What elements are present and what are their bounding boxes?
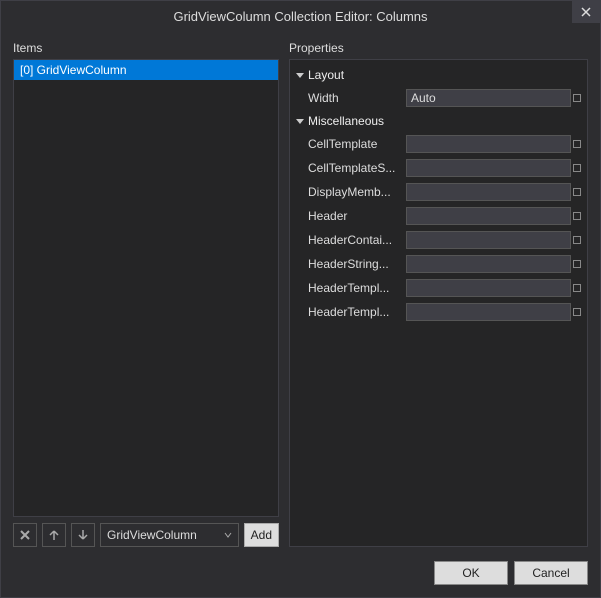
property-input-wrap (406, 183, 581, 201)
ok-button[interactable]: OK (434, 561, 508, 585)
items-label: Items (13, 41, 279, 55)
property-input-wrap (406, 231, 581, 249)
property-input[interactable] (406, 89, 571, 107)
property-label: Header (308, 209, 404, 223)
property-marker[interactable] (573, 284, 581, 292)
delete-item-button[interactable] (13, 523, 37, 547)
property-marker[interactable] (573, 164, 581, 172)
property-row: CellTemplate (296, 132, 581, 156)
property-marker[interactable] (573, 308, 581, 316)
property-label: HeaderTempl... (308, 281, 404, 295)
property-marker[interactable] (573, 94, 581, 102)
move-down-button[interactable] (71, 523, 95, 547)
properties-panel: Properties Layout Width Miscellaneous CellT… (289, 41, 588, 547)
move-up-button[interactable] (42, 523, 66, 547)
property-input[interactable] (406, 303, 571, 321)
property-input-wrap (406, 303, 581, 321)
property-marker[interactable] (573, 188, 581, 196)
dialog-title: GridViewColumn Collection Editor: Column… (173, 9, 427, 24)
property-row: Width (296, 86, 581, 110)
property-label: HeaderString... (308, 257, 404, 271)
category-header[interactable]: Layout (296, 64, 581, 86)
items-panel: Items [0] GridViewColumn GridViewColumn (13, 41, 279, 547)
arrow-up-icon (48, 529, 60, 541)
list-item[interactable]: [0] GridViewColumn (14, 60, 278, 80)
property-label: HeaderContai... (308, 233, 404, 247)
property-input[interactable] (406, 255, 571, 273)
items-listbox[interactable]: [0] GridViewColumn (13, 59, 279, 517)
items-toolbar: GridViewColumn Add (13, 523, 279, 547)
add-button-label: Add (251, 528, 272, 542)
property-input[interactable] (406, 159, 571, 177)
property-input[interactable] (406, 183, 571, 201)
main-area: Items [0] GridViewColumn GridViewColumn (13, 41, 588, 547)
properties-grid[interactable]: Layout Width Miscellaneous CellTemplate Cell… (289, 59, 588, 547)
add-button[interactable]: Add (244, 523, 279, 547)
property-row: HeaderContai... (296, 228, 581, 252)
cancel-button[interactable]: Cancel (514, 561, 588, 585)
close-button[interactable] (572, 1, 600, 23)
x-icon (19, 529, 31, 541)
category-label: Miscellaneous (308, 114, 384, 128)
chevron-down-icon (224, 531, 232, 539)
property-input-wrap (406, 279, 581, 297)
property-row: HeaderString... (296, 252, 581, 276)
property-label: CellTemplateS... (308, 161, 404, 175)
property-label: DisplayMemb... (308, 185, 404, 199)
dialog-buttons: OK Cancel (13, 557, 588, 585)
property-input[interactable] (406, 207, 571, 225)
category-label: Layout (308, 68, 344, 82)
property-input[interactable] (406, 279, 571, 297)
expand-icon (296, 119, 304, 124)
property-marker[interactable] (573, 140, 581, 148)
property-row: DisplayMemb... (296, 180, 581, 204)
property-label: HeaderTempl... (308, 305, 404, 319)
property-label: Width (308, 91, 404, 105)
property-row: HeaderTempl... (296, 300, 581, 324)
category-header[interactable]: Miscellaneous (296, 110, 581, 132)
property-row: CellTemplateS... (296, 156, 581, 180)
expand-icon (296, 73, 304, 78)
close-icon (581, 7, 591, 17)
property-marker[interactable] (573, 260, 581, 268)
property-row: HeaderTempl... (296, 276, 581, 300)
property-input-wrap (406, 89, 581, 107)
property-input[interactable] (406, 231, 571, 249)
property-input[interactable] (406, 135, 571, 153)
property-input-wrap (406, 135, 581, 153)
property-marker[interactable] (573, 212, 581, 220)
property-label: CellTemplate (308, 137, 404, 151)
properties-label: Properties (289, 41, 588, 55)
dialog-window: GridViewColumn Collection Editor: Column… (0, 0, 601, 598)
property-row: Header (296, 204, 581, 228)
titlebar: GridViewColumn Collection Editor: Column… (1, 1, 600, 31)
dialog-content: Items [0] GridViewColumn GridViewColumn (1, 31, 600, 597)
property-input-wrap (406, 255, 581, 273)
item-type-value: GridViewColumn (107, 528, 197, 542)
property-input-wrap (406, 159, 581, 177)
property-marker[interactable] (573, 236, 581, 244)
item-type-select[interactable]: GridViewColumn (100, 523, 239, 547)
arrow-down-icon (77, 529, 89, 541)
property-input-wrap (406, 207, 581, 225)
